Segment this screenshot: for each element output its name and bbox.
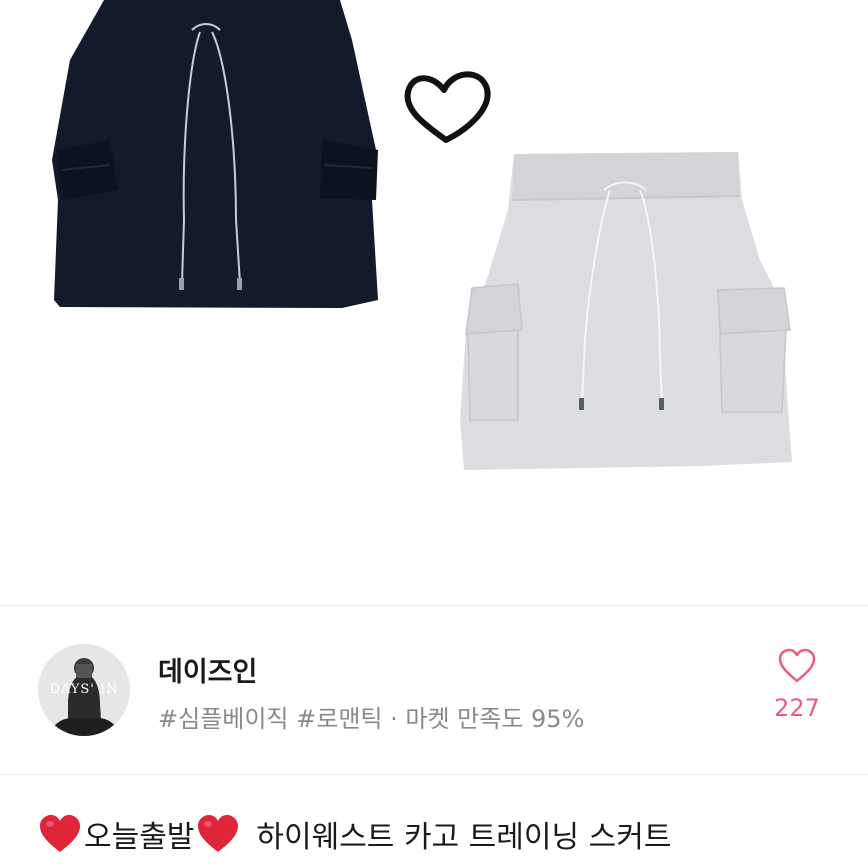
- like-count: 227: [774, 694, 820, 722]
- seller-tags: #심플베이직 #로맨틱 · 마켓 만족도 95%: [158, 705, 585, 733]
- skirt-photo: [52, 0, 792, 470]
- gray-skirt-icon: [460, 152, 792, 470]
- like-button[interactable]: 227: [762, 648, 832, 722]
- product-image[interactable]: [0, 0, 868, 605]
- title-label-product: 하이웨스트 카고 트레이닝 스커트: [256, 820, 672, 855]
- product-title: 오늘출발 하이웨스트 카고 트레이닝 스커트: [38, 812, 671, 856]
- seller-info[interactable]: DAYS' IN 데이즈인 #심플베이직 #로맨틱 · 마켓 만족도 95% 2…: [0, 606, 868, 774]
- heart-outline-icon: [778, 648, 816, 683]
- red-heart-icon: [198, 815, 239, 852]
- avatar[interactable]: DAYS' IN: [38, 644, 130, 736]
- divider: [0, 774, 868, 775]
- avatar-logo-text: DAYS' IN: [49, 682, 119, 697]
- product-page: DAYS' IN 데이즈인 #심플베이직 #로맨틱 · 마켓 만족도 95% 2…: [0, 0, 868, 868]
- red-heart-icon: [40, 815, 80, 852]
- seller-name[interactable]: 데이즈인: [158, 650, 257, 689]
- title-label-today: 오늘출발: [84, 820, 195, 855]
- navy-skirt-icon: [52, 0, 378, 308]
- heart-outline-icon: [404, 71, 491, 143]
